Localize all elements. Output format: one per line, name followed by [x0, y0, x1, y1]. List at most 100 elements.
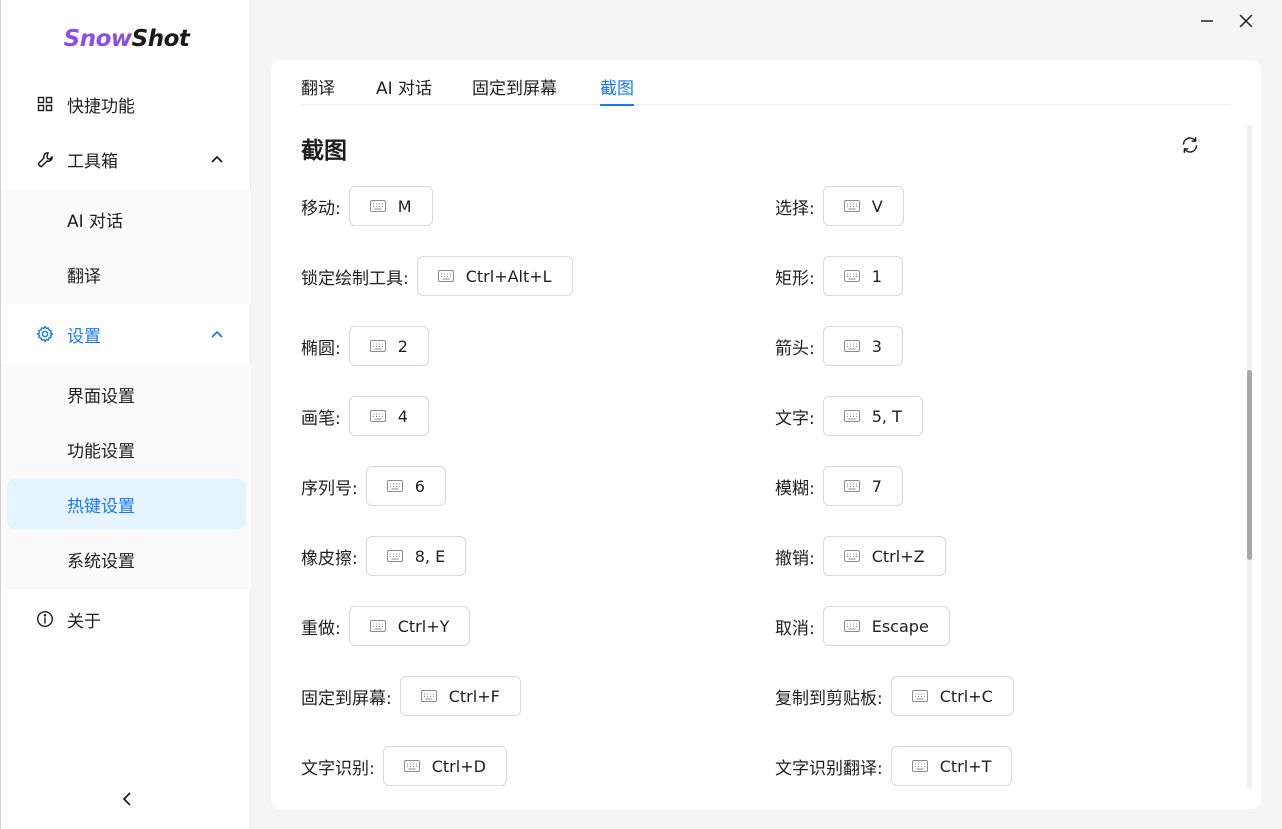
collapse-sidebar-button[interactable] [116, 787, 138, 811]
hotkey-input[interactable]: Escape [822, 606, 950, 646]
sidebar-item-toolbox[interactable]: 工具箱 [7, 134, 246, 184]
hotkey-label: 锁定绘制工具: [301, 268, 409, 289]
section-title: 截图 [301, 138, 347, 164]
tab-pin-to-screen[interactable]: 固定到屏幕 [472, 74, 557, 105]
hotkey-row: 箭头: 3 [775, 326, 903, 366]
hotkey-label: 复制到剪贴板: [775, 688, 883, 709]
sidebar-item-function-settings[interactable]: 功能设置 [7, 424, 246, 474]
hotkey-input[interactable]: Ctrl+C [890, 676, 1014, 716]
hotkey-label: 移动: [301, 198, 341, 219]
settings-submenu: 界面设置 功能设置 热键设置 系统设置 [2, 364, 251, 589]
sidebar-item-label: 设置 [67, 326, 101, 347]
hotkey-input[interactable]: Ctrl+D [382, 746, 507, 786]
sidebar-item-label: 工具箱 [67, 151, 118, 172]
sidebar-item-ui-settings[interactable]: 界面设置 [7, 369, 246, 419]
hotkey-input[interactable]: 4 [348, 396, 429, 436]
hotkey-row: 序列号: 6 [301, 466, 446, 506]
sidebar-item-ai-chat[interactable]: AI 对话 [7, 194, 246, 244]
tab-screenshot[interactable]: 截图 [600, 74, 634, 106]
hotkey-value: 5, T [871, 406, 902, 426]
hotkey-input[interactable]: Ctrl+T [890, 746, 1013, 786]
keyboard-icon [369, 200, 386, 212]
scrollbar[interactable] [1247, 125, 1252, 789]
hotkey-label: 椭圆: [301, 338, 341, 359]
keyboard-icon [437, 270, 454, 282]
sidebar-item-about[interactable]: 关于 [7, 594, 246, 644]
hotkey-label: 取消: [775, 618, 815, 639]
gear-icon [36, 325, 54, 343]
hotkey-label: 序列号: [301, 478, 358, 499]
hotkey-value: Ctrl+T [939, 756, 992, 776]
hotkey-row: 重做: Ctrl+Y [301, 606, 471, 646]
chevron-left-icon [123, 792, 131, 806]
sidebar-item-settings[interactable]: 设置 [7, 309, 246, 359]
hotkey-value: 1 [871, 266, 882, 286]
hotkey-value: 6 [414, 476, 425, 496]
hotkey-input[interactable]: 6 [365, 466, 446, 506]
keyboard-icon [386, 480, 403, 492]
sidebar-item-quick-functions[interactable]: 快捷功能 [7, 79, 246, 129]
hotkey-row: 文字识别翻译: Ctrl+T [775, 746, 1013, 786]
hotkey-input[interactable]: 3 [822, 326, 903, 366]
hotkey-row: 模糊: 7 [775, 466, 903, 506]
hotkey-input[interactable]: 5, T [822, 396, 923, 436]
hotkey-input[interactable]: Ctrl+Y [348, 606, 471, 646]
hotkey-settings-panel: 翻译 AI 对话 固定到屏幕 截图 截图 移动: M 锁定绘制工具: Ctrl+Alt… [271, 60, 1261, 809]
close-button[interactable] [1233, 8, 1259, 34]
hotkey-value: M [397, 196, 412, 216]
hotkey-input[interactable]: V [822, 186, 904, 226]
hotkey-label: 矩形: [775, 268, 815, 289]
hotkey-input[interactable]: 2 [348, 326, 429, 366]
keyboard-icon [403, 760, 420, 772]
hotkey-row: 文字: 5, T [775, 396, 923, 436]
hotkey-input[interactable]: Ctrl+Alt+L [416, 256, 573, 296]
keyboard-icon [420, 690, 437, 702]
sidebar-item-hotkey-settings[interactable]: 热键设置 [7, 479, 246, 529]
hotkey-value: 3 [871, 336, 882, 356]
hotkey-row: 橡皮擦: 8, E [301, 536, 467, 576]
hotkey-input[interactable]: 7 [822, 466, 903, 506]
hotkey-input[interactable]: Ctrl+Z [822, 536, 946, 576]
hotkey-input[interactable]: M [348, 186, 433, 226]
chevron-up-icon [211, 331, 223, 338]
hotkey-label: 撤销: [775, 548, 815, 569]
hotkey-value: Ctrl+Z [871, 546, 925, 566]
hotkey-label: 模糊: [775, 478, 815, 499]
sidebar-item-translate[interactable]: 翻译 [7, 249, 246, 299]
sidebar-item-label: 关于 [67, 611, 101, 632]
hotkey-row: 椭圆: 2 [301, 326, 429, 366]
hotkey-value: Ctrl+D [431, 756, 486, 776]
hotkey-row: 取消: Escape [775, 606, 950, 646]
keyboard-icon [843, 270, 860, 282]
keyboard-icon [843, 340, 860, 352]
hotkey-value: 2 [397, 336, 408, 356]
hotkey-label: 文字: [775, 408, 815, 429]
hotkey-value: 8, E [414, 546, 446, 566]
minimize-button[interactable] [1194, 8, 1220, 34]
close-icon [1239, 14, 1253, 28]
sidebar-item-system-settings[interactable]: 系统设置 [7, 534, 246, 584]
wrench-icon [36, 150, 54, 168]
hotkey-input[interactable]: Ctrl+F [399, 676, 521, 716]
keyboard-icon [386, 550, 403, 562]
minimize-icon [1201, 20, 1213, 22]
hotkey-label: 重做: [301, 618, 341, 639]
hotkey-row: 锁定绘制工具: Ctrl+Alt+L [301, 256, 573, 296]
hotkey-value: Ctrl+F [448, 686, 500, 706]
keyboard-icon [911, 690, 928, 702]
keyboard-icon [843, 410, 860, 422]
scrollbar-thumb[interactable] [1247, 370, 1252, 560]
hotkey-input[interactable]: 1 [822, 256, 903, 296]
keyboard-icon [843, 200, 860, 212]
tab-translate[interactable]: 翻译 [301, 74, 335, 105]
hotkey-label: 固定到屏幕: [301, 688, 392, 709]
hotkey-input[interactable]: 8, E [365, 536, 467, 576]
hotkey-value: Ctrl+Alt+L [465, 266, 552, 286]
grid-icon [36, 95, 54, 113]
tab-ai-chat[interactable]: AI 对话 [376, 74, 432, 105]
sidebar: SnowShot 快捷功能 工具箱 AI 对话 翻译 设置 界面设置 功能设置 … [0, 0, 251, 829]
hotkey-row: 文字识别: Ctrl+D [301, 746, 507, 786]
reset-button[interactable] [1178, 133, 1202, 157]
hotkey-row: 复制到剪贴板: Ctrl+C [775, 676, 1014, 716]
info-icon [36, 610, 54, 628]
